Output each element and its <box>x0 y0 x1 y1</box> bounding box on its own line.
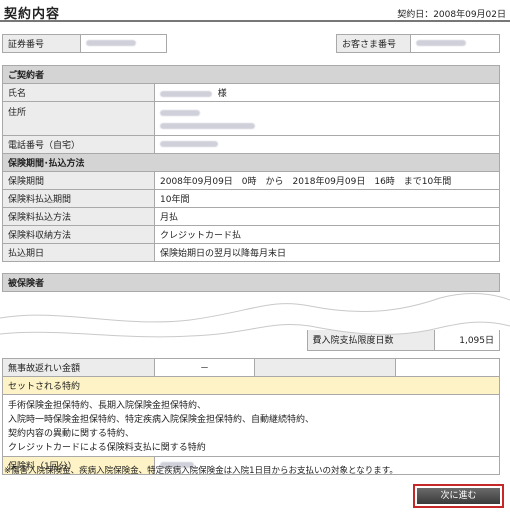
name-value: 様 <box>154 83 500 102</box>
period-row-label: 保険料払込方法 <box>2 207 155 226</box>
address-value <box>154 101 500 136</box>
period-row-label: 保険期間 <box>2 171 155 190</box>
riders-list: 手術保険金担保特約、長期入院保険金担保特約、 入院時一時保険金担保特約、特定疾病… <box>2 394 500 457</box>
policy-number-table: 証券番号 お客さま番号 <box>2 34 500 53</box>
period-row-value: 保険始期日の翌月以降毎月末日 <box>154 243 500 262</box>
contractor-section-header: ご契約者 <box>2 65 500 84</box>
name-suffix: 様 <box>217 89 227 99</box>
contract-table: ご契約者 氏名 様 住所 電話番号（自宅） 保険期間･払込方法 保険期間 200… <box>2 65 500 292</box>
contract-date: 契約日：2008年09月02日 <box>397 10 506 20</box>
riders-section-header: セットされる特約 <box>2 376 500 395</box>
period-section-header: 保険期間･払込方法 <box>2 153 500 172</box>
customer-number-value <box>410 34 500 53</box>
rider-line: 入院時一時保険金担保特約、特定疾病入院保険金担保特約、自動継続特約、 <box>8 414 315 425</box>
policy-number-value <box>80 34 167 53</box>
insured-section-header: 被保険者 <box>2 273 500 292</box>
footnote: ※傷害入院保険金、疾病入院保険金、特定疾病入院保険金は入院1日目からお支払いの対… <box>4 466 398 476</box>
header-bar: 契約内容 契約日：2008年09月02日 <box>0 0 510 22</box>
name-label: 氏名 <box>2 83 155 102</box>
period-row-value: 月払 <box>154 207 500 226</box>
page-title: 契約内容 <box>4 7 61 22</box>
period-row-value: クレジットカード払 <box>154 225 500 244</box>
customer-number-label: お客さま番号 <box>336 34 411 53</box>
period-row-label: 払込期日 <box>2 243 155 262</box>
period-row-label: 保険料収納方法 <box>2 225 155 244</box>
rider-line: クレジットカードによる保険料支払に関する特約 <box>8 442 206 453</box>
no-claim-refund-value: － <box>154 358 255 377</box>
period-row-value: 10年間 <box>154 189 500 208</box>
period-row-value: 2008年09月09日 0時 から 2018年09月09日 16時 まで10年間 <box>154 171 500 190</box>
rider-line: 手術保険金担保特約、長期入院保険金担保特約、 <box>8 400 207 411</box>
phone-label: 電話番号（自宅） <box>2 135 155 154</box>
next-button-highlight: 次に進む <box>413 484 504 508</box>
rider-line: 契約内容の異動に関する特約、 <box>8 428 135 439</box>
policy-number-label: 証券番号 <box>2 34 81 53</box>
phone-value <box>154 135 500 154</box>
period-row-label: 保険料払込期間 <box>2 189 155 208</box>
page-tear-divider <box>0 293 510 338</box>
address-label: 住所 <box>2 101 155 136</box>
lower-contract-table: 無事故返れい金額 － セットされる特約 手術保険金担保特約、長期入院保険金担保特… <box>2 358 500 475</box>
next-button[interactable]: 次に進む <box>417 488 500 504</box>
no-claim-refund-label: 無事故返れい金額 <box>2 358 155 377</box>
